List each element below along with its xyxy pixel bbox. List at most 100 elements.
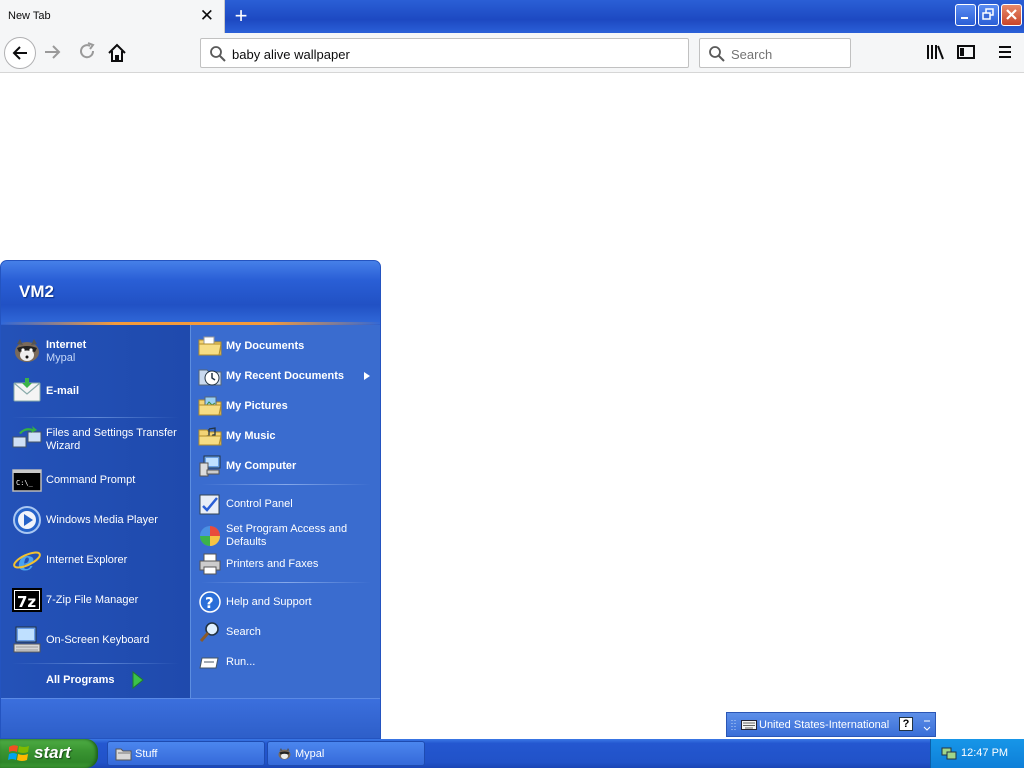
control-panel-icon xyxy=(199,494,220,515)
pinned-email[interactable]: E-mail xyxy=(9,373,187,409)
reload-icon xyxy=(80,42,95,59)
osk-icon xyxy=(13,626,41,653)
program-on-screen-keyboard[interactable]: On-Screen Keyboard xyxy=(9,622,187,658)
media-player-icon xyxy=(13,506,41,534)
place-my-documents-label: My Documents xyxy=(226,340,305,352)
taskbar-button-stuff-label: Stuff xyxy=(135,748,158,760)
minimize-icon xyxy=(961,17,968,19)
tab-new-tab[interactable]: New Tab ✕ xyxy=(0,0,225,33)
back-button[interactable] xyxy=(4,37,36,69)
program-transfer-wizard[interactable]: Files and Settings Transfer Wizard xyxy=(9,421,187,457)
place-printers-faxes[interactable]: Printers and Faxes xyxy=(198,551,376,577)
start-menu-footer xyxy=(1,698,380,738)
home-button[interactable] xyxy=(106,42,128,64)
pinned-email-title: E-mail xyxy=(46,385,80,397)
menu-icon[interactable] xyxy=(995,42,1015,62)
program-7zip[interactable]: 7z 7-Zip File Manager xyxy=(9,582,187,618)
close-tab-icon[interactable]: ✕ xyxy=(200,6,214,26)
all-programs-button[interactable]: All Programs xyxy=(45,667,155,693)
place-control-panel[interactable]: Control Panel xyxy=(198,491,376,517)
url-text: baby alive wallpaper xyxy=(232,47,350,62)
grip-icon[interactable] xyxy=(731,719,737,731)
pinned-internet-title: Internet xyxy=(46,339,87,351)
svg-text:7z: 7z xyxy=(17,593,36,611)
svg-text:e: e xyxy=(18,547,35,576)
place-help-support[interactable]: ? Help and Support xyxy=(198,589,376,615)
taskbar-button-stuff[interactable]: Stuff xyxy=(107,741,265,766)
windows-logo-icon xyxy=(8,745,29,761)
places-separator-2 xyxy=(201,582,371,583)
taskbar-button-mypal-label: Mypal xyxy=(295,748,325,760)
pinned-internet-subtitle: Mypal xyxy=(46,352,76,364)
mypal-raccoon-icon xyxy=(15,339,39,362)
start-menu-header: VM2 xyxy=(1,261,380,324)
forward-button[interactable] xyxy=(42,41,64,68)
green-arrow-icon xyxy=(132,671,144,689)
home-icon xyxy=(108,43,126,62)
7zip-icon: 7z xyxy=(12,588,42,612)
url-bar[interactable]: baby alive wallpaper xyxy=(200,38,689,68)
program-command-prompt-label: Command Prompt xyxy=(46,474,136,486)
close-window-button[interactable] xyxy=(1001,4,1022,26)
place-my-computer[interactable]: My Computer xyxy=(198,453,376,479)
run-icon xyxy=(199,657,219,669)
start-menu: VM2 Internet Mypal E-mail Files and Sett… xyxy=(0,260,381,739)
taskbar-button-mypal[interactable]: Mypal xyxy=(267,741,425,766)
email-envelope-icon xyxy=(13,378,41,402)
search-icon xyxy=(709,46,725,62)
pinned-internet[interactable]: Internet Mypal xyxy=(9,333,187,369)
program-media-player-label: Windows Media Player xyxy=(46,514,158,526)
svg-text:?: ? xyxy=(205,594,214,612)
program-transfer-wizard-label: Files and Settings Transfer Wizard xyxy=(46,427,177,452)
restore-button[interactable] xyxy=(978,4,999,26)
program-access-icon xyxy=(200,526,220,546)
places-separator-1 xyxy=(201,484,371,485)
cmd-icon: C:\_ xyxy=(12,469,42,492)
printer-icon xyxy=(199,553,221,575)
navigation-toolbar: baby alive wallpaper Search xyxy=(0,33,1024,73)
start-label: start xyxy=(34,743,71,762)
place-run-label: Run... xyxy=(226,656,256,668)
submenu-arrow-icon xyxy=(364,372,370,380)
place-program-access-label: Set Program Access and Defaults xyxy=(226,523,348,548)
place-my-music[interactable]: My Music xyxy=(198,423,376,449)
search-icon xyxy=(210,46,226,62)
place-help-support-label: Help and Support xyxy=(226,596,312,608)
network-icon[interactable] xyxy=(941,745,957,761)
transfer-wizard-icon xyxy=(12,426,42,448)
place-my-pictures[interactable]: My Pictures xyxy=(198,393,376,419)
folder-icon xyxy=(115,748,132,761)
start-button[interactable]: start xyxy=(0,739,98,768)
place-run[interactable]: Run... xyxy=(198,649,376,675)
options-arrow-icon[interactable] xyxy=(923,717,931,733)
music-folder-icon xyxy=(198,427,222,446)
program-media-player[interactable]: Windows Media Player xyxy=(9,502,187,538)
place-program-access[interactable]: Set Program Access and Defaults xyxy=(198,521,376,551)
place-my-documents[interactable]: My Documents xyxy=(198,333,376,359)
program-internet-explorer[interactable]: e Internet Explorer xyxy=(9,542,187,578)
program-7zip-label: 7-Zip File Manager xyxy=(46,594,139,606)
documents-folder-icon xyxy=(198,336,222,356)
place-my-recent-documents[interactable]: My Recent Documents xyxy=(198,363,376,389)
forward-arrow-icon xyxy=(45,45,61,59)
keyboard-icon xyxy=(741,720,757,730)
minimize-button[interactable] xyxy=(955,4,976,26)
sidebar-icon[interactable] xyxy=(956,42,976,62)
new-tab-button[interactable]: + xyxy=(231,3,251,29)
place-my-pictures-label: My Pictures xyxy=(226,400,288,412)
taskbar: start Stuff Mypal 12:47 PM xyxy=(0,739,1024,768)
program-command-prompt[interactable]: C:\_ Command Prompt xyxy=(9,462,187,498)
place-printers-faxes-label: Printers and Faxes xyxy=(226,558,319,570)
help-icon[interactable]: ? xyxy=(899,717,913,731)
back-arrow-icon xyxy=(12,46,27,60)
recent-documents-icon xyxy=(198,369,222,386)
clock[interactable]: 12:47 PM xyxy=(961,747,1008,759)
library-icon[interactable] xyxy=(925,42,945,62)
place-search[interactable]: Search xyxy=(198,619,376,645)
search-bar[interactable]: Search xyxy=(699,38,851,68)
computer-icon xyxy=(199,455,221,477)
language-bar[interactable]: United States-International ? xyxy=(726,712,936,737)
reload-button[interactable] xyxy=(76,40,98,68)
keyboard-layout-label[interactable]: United States-International xyxy=(759,719,889,731)
program-internet-explorer-label: Internet Explorer xyxy=(46,554,128,566)
